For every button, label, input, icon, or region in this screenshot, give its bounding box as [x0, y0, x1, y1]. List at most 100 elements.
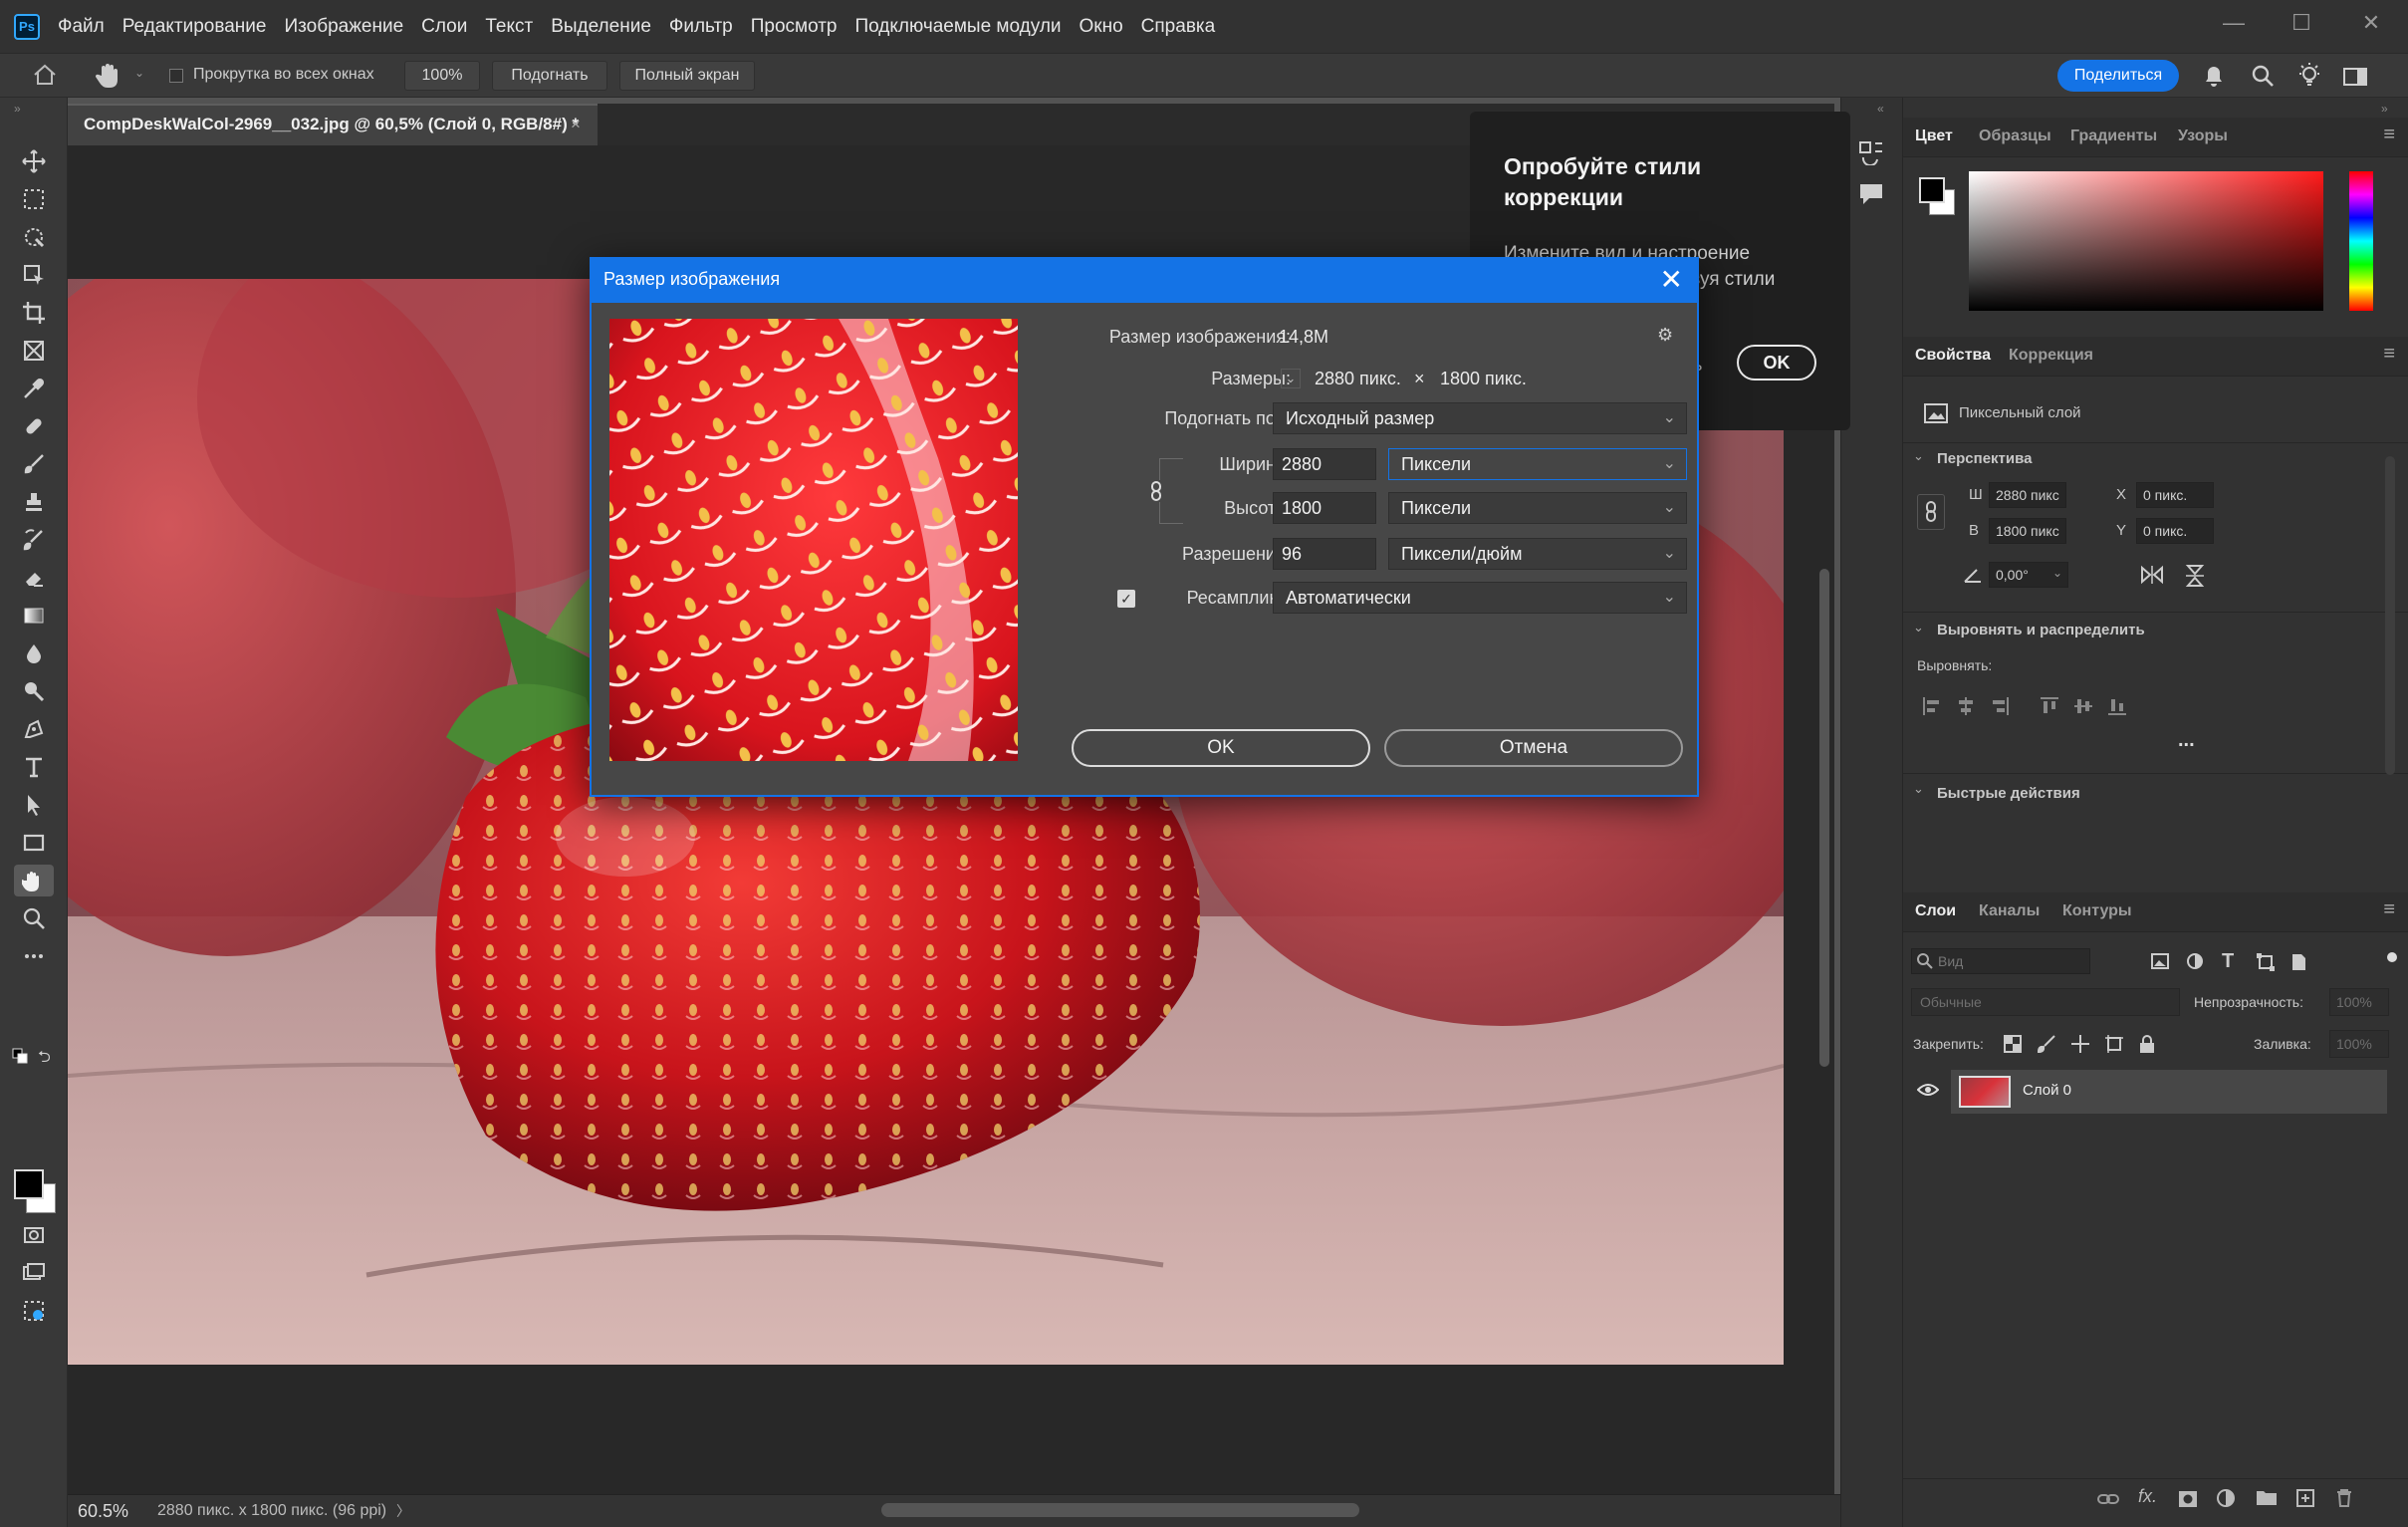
lock-transparent-icon[interactable] — [2003, 1034, 2023, 1054]
zoom-tool-icon[interactable] — [14, 902, 54, 934]
clone-stamp-tool-icon[interactable] — [14, 486, 54, 518]
tooltip-ok-button[interactable]: OK — [1737, 345, 1816, 381]
menu-select[interactable]: Выделение — [551, 16, 651, 38]
dimensions-dropdown-icon[interactable]: ⌄ — [1281, 369, 1301, 388]
new-adjustment-layer-icon[interactable] — [2216, 1488, 2236, 1508]
height-field[interactable]: 1800 пикс — [1989, 518, 2066, 544]
filter-adjustment-icon[interactable] — [2186, 952, 2204, 970]
width-field[interactable]: 2880 пикс — [1989, 482, 2066, 508]
blend-mode-select[interactable]: Обычные — [1911, 988, 2180, 1016]
lock-artboard-icon[interactable] — [2104, 1034, 2124, 1054]
type-tool-icon[interactable] — [14, 751, 54, 783]
filter-pixel-icon[interactable] — [2150, 952, 2170, 970]
crop-tool-icon[interactable] — [14, 297, 54, 329]
quick-actions-section-title[interactable]: Быстрые действия — [1937, 785, 2080, 802]
maximize-button[interactable]: ☐ — [2287, 8, 2316, 38]
home-icon[interactable] — [32, 63, 58, 87]
resolution-unit-select[interactable]: Пиксели/дюйм ⌄ — [1388, 538, 1687, 570]
default-colors-icon[interactable] — [12, 1048, 28, 1064]
expand-toolbar-icon[interactable]: » — [14, 102, 21, 116]
menu-image[interactable]: Изображение — [284, 16, 403, 38]
lock-pixels-icon[interactable] — [2037, 1034, 2056, 1054]
resolution-input[interactable]: 96 — [1273, 538, 1376, 570]
perspective-section-title[interactable]: Перспектива — [1937, 450, 2032, 467]
tab-swatches[interactable]: Образцы — [1979, 127, 2051, 145]
resample-checkbox[interactable]: ✓ — [1117, 590, 1135, 608]
pen-tool-icon[interactable] — [14, 713, 54, 745]
status-menu-arrow[interactable]: 〉 — [396, 1501, 410, 1521]
generative-fill-icon[interactable] — [14, 1295, 54, 1327]
full-screen-button[interactable]: Полный экран — [619, 61, 755, 91]
layer-row[interactable]: Слой 0 — [1951, 1070, 2387, 1114]
menu-edit[interactable]: Редактирование — [122, 16, 267, 38]
layer-name[interactable]: Слой 0 — [2023, 1082, 2071, 1099]
swap-colors-icon[interactable]: ⮌ — [38, 1046, 51, 1073]
frame-tool-icon[interactable] — [14, 335, 54, 367]
hue-slider[interactable] — [2349, 171, 2373, 311]
scroll-all-checkbox[interactable] — [169, 69, 183, 83]
workspace-icon[interactable] — [2342, 66, 2368, 88]
filter-toggle[interactable] — [2387, 952, 2397, 962]
resample-select[interactable]: Автоматически ⌄ — [1273, 582, 1687, 614]
search-icon[interactable] — [2251, 64, 2275, 88]
document-tab[interactable]: CompDeskWalCol-2969__032.jpg @ 60,5% (Сл… — [68, 104, 598, 145]
new-group-icon[interactable] — [2256, 1488, 2278, 1506]
align-right-icon[interactable] — [1989, 695, 2011, 717]
foreground-color-swatch[interactable] — [14, 1169, 44, 1199]
menu-help[interactable]: Справка — [1141, 16, 1216, 38]
align-left-icon[interactable] — [1921, 695, 1943, 717]
align-middle-v-icon[interactable] — [2072, 695, 2094, 717]
quick-selection-tool-icon[interactable] — [14, 221, 54, 253]
tab-color[interactable]: Цвет — [1915, 127, 1953, 145]
align-top-icon[interactable] — [2039, 695, 2060, 717]
delete-layer-icon[interactable] — [2335, 1488, 2353, 1508]
collapse-panels-icon[interactable]: « — [1877, 102, 1884, 116]
close-tab-icon[interactable]: × — [571, 115, 581, 134]
healing-brush-tool-icon[interactable] — [14, 410, 54, 442]
cancel-button[interactable]: Отмена — [1384, 729, 1683, 767]
zoom-level[interactable]: 60.5% — [78, 1501, 128, 1522]
flip-horizontal-icon[interactable] — [2140, 564, 2164, 586]
layers-panel-menu-icon[interactable]: ≡ — [2383, 898, 2395, 921]
bell-icon[interactable] — [2201, 62, 2227, 90]
color-panel-menu-icon[interactable]: ≡ — [2383, 124, 2395, 146]
tab-channels[interactable]: Каналы — [1979, 902, 2040, 920]
vertical-scroll-thumb[interactable] — [1819, 569, 1829, 1067]
x-field[interactable]: 0 пикс. — [2136, 482, 2214, 508]
minimize-button[interactable]: — — [2219, 8, 2249, 38]
align-section-title[interactable]: Выровнять и распределить — [1937, 622, 2145, 638]
dodge-tool-icon[interactable] — [14, 675, 54, 707]
link-layers-icon[interactable] — [2096, 1490, 2120, 1508]
screen-mode-icon[interactable] — [14, 1257, 54, 1289]
share-button[interactable]: Поделиться — [2057, 60, 2179, 92]
flip-vertical-icon[interactable] — [2184, 564, 2206, 588]
rectangle-tool-icon[interactable] — [14, 827, 54, 859]
expand-panels-icon[interactable]: » — [2381, 102, 2388, 116]
history-panel-icon[interactable] — [1857, 137, 1885, 165]
constrain-proportions-icon[interactable] — [1145, 480, 1169, 502]
brush-tool-icon[interactable] — [14, 448, 54, 480]
fill-field[interactable]: 100% — [2329, 1030, 2389, 1058]
eraser-tool-icon[interactable] — [14, 562, 54, 594]
opacity-field[interactable]: 100% — [2329, 988, 2389, 1016]
lightbulb-icon[interactable] — [2296, 62, 2322, 90]
properties-panel-menu-icon[interactable]: ≡ — [2383, 343, 2395, 366]
properties-scrollbar[interactable] — [2385, 456, 2395, 775]
height-input[interactable]: 1800 — [1273, 492, 1376, 524]
layer-search-input[interactable]: Вид — [1911, 948, 2090, 974]
color-field[interactable] — [1969, 171, 2323, 311]
menu-filter[interactable]: Фильтр — [669, 16, 733, 38]
object-selection-tool-icon[interactable] — [14, 259, 54, 291]
menu-type[interactable]: Текст — [485, 16, 533, 38]
zoom-100-button[interactable]: 100% — [404, 61, 480, 91]
filter-shape-icon[interactable] — [2256, 952, 2276, 972]
hand-tool-icon[interactable] — [96, 62, 121, 90]
close-window-button[interactable]: ✕ — [2356, 8, 2386, 38]
layer-visibility-eye-icon[interactable] — [1917, 1082, 1939, 1098]
fit-screen-button[interactable]: Подогнать — [492, 61, 607, 91]
height-unit-select[interactable]: Пиксели ⌄ — [1388, 492, 1687, 524]
y-field[interactable]: 0 пикс. — [2136, 518, 2214, 544]
lock-position-icon[interactable] — [2070, 1034, 2090, 1054]
filter-type-icon[interactable]: T — [2222, 950, 2234, 973]
eyedropper-tool-icon[interactable] — [14, 373, 54, 404]
